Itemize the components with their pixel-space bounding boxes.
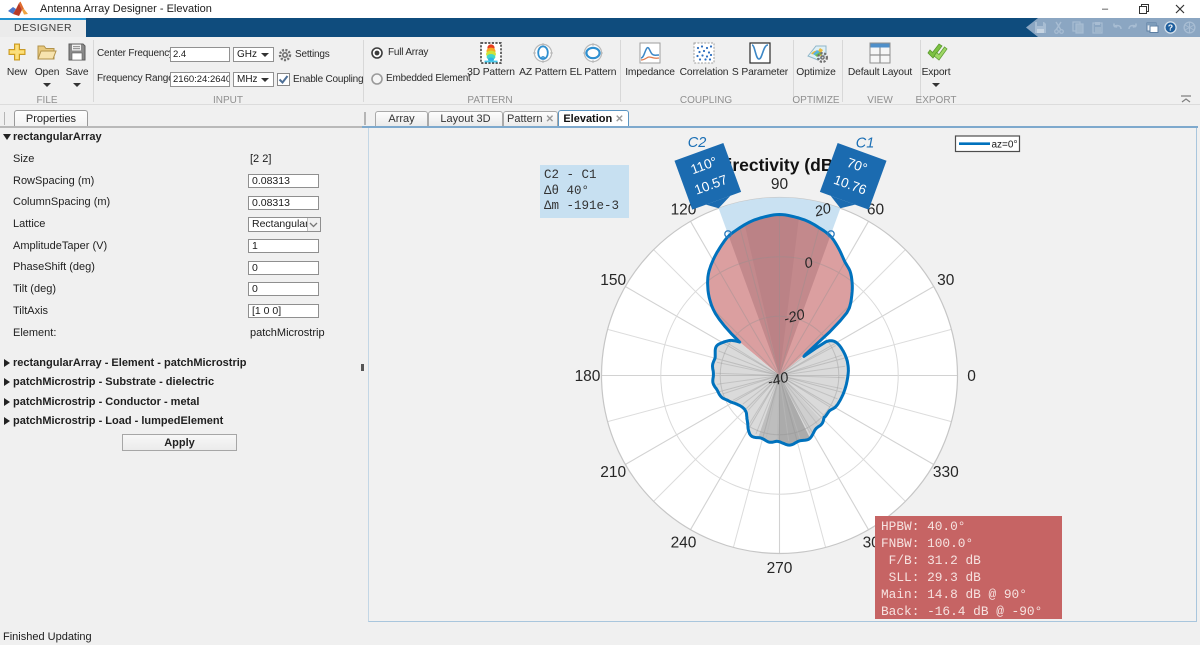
svg-text:240: 240 xyxy=(671,534,697,551)
svg-text:210: 210 xyxy=(600,464,626,481)
svg-text:180: 180 xyxy=(575,368,601,385)
svg-text:330: 330 xyxy=(933,464,959,481)
svg-text:C2: C2 xyxy=(688,135,707,151)
svg-text:150: 150 xyxy=(600,272,626,289)
svg-text:30: 30 xyxy=(937,272,955,289)
svg-text:Directivity (dBi): Directivity (dBi) xyxy=(715,155,844,175)
svg-text:C1: C1 xyxy=(856,136,875,152)
svg-text:az=0°: az=0° xyxy=(992,139,1018,150)
svg-text:0: 0 xyxy=(967,368,976,385)
svg-text:90: 90 xyxy=(771,176,789,193)
svg-text:270: 270 xyxy=(767,560,793,577)
svg-text:?: ? xyxy=(1168,22,1173,32)
